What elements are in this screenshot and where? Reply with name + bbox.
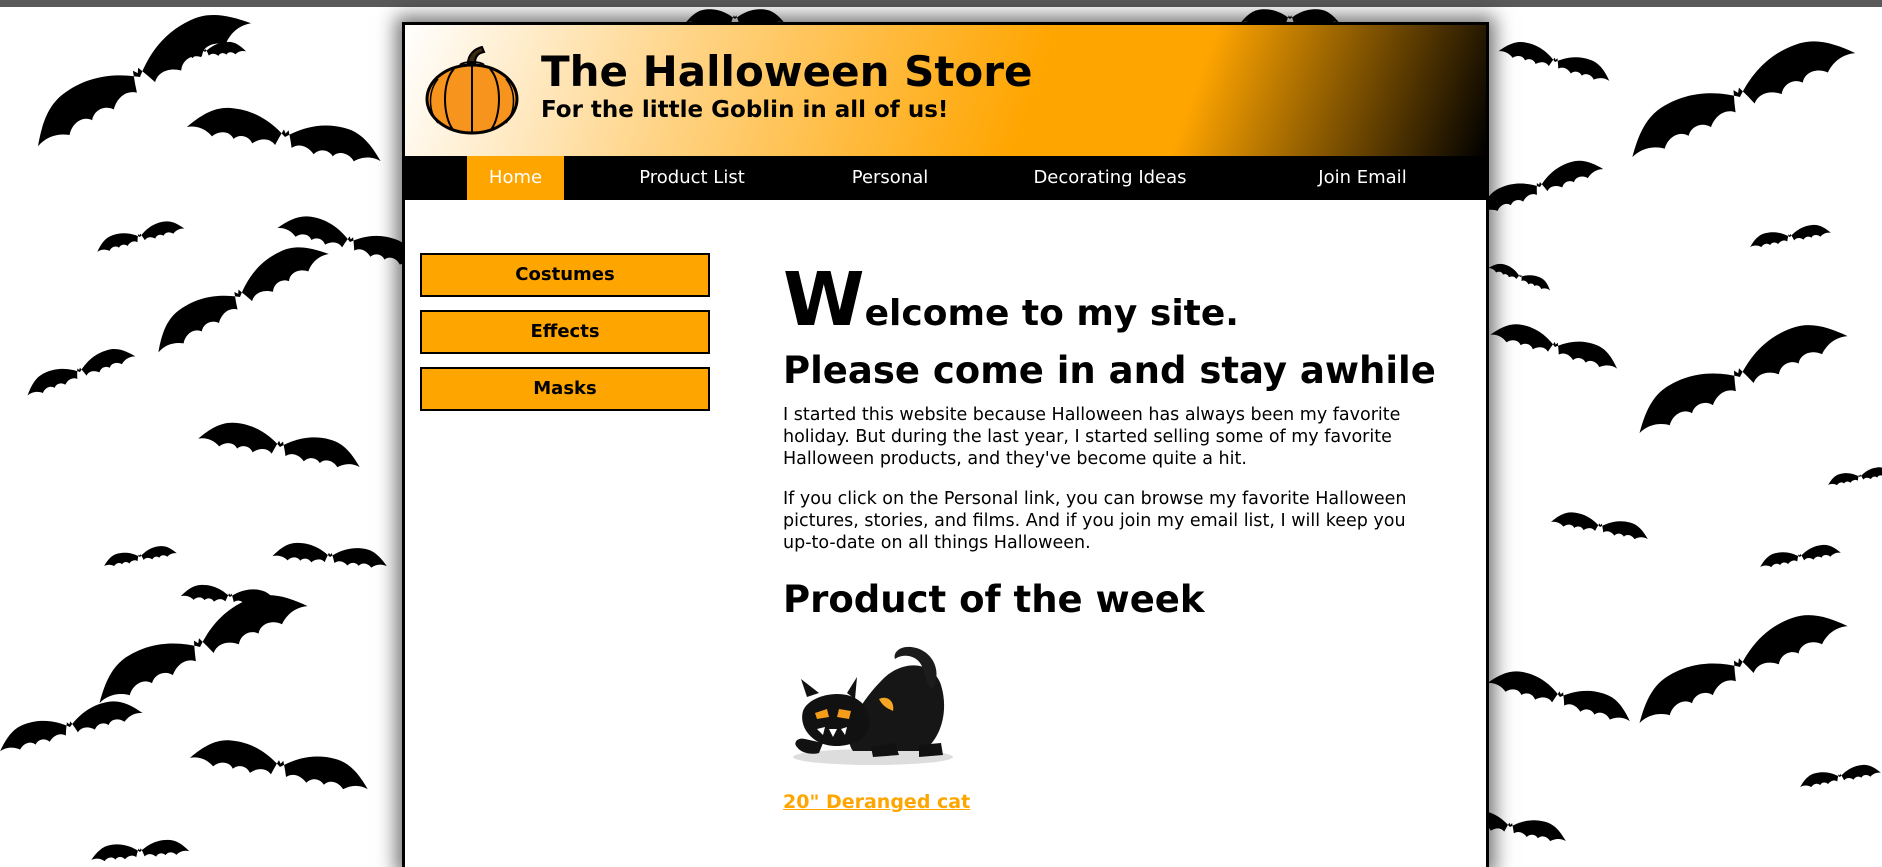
- sidebar-item-masks[interactable]: Masks: [420, 367, 710, 411]
- browser-top-strip: [0, 0, 1882, 7]
- nav-item-join-email[interactable]: Join Email: [1300, 156, 1425, 200]
- nav-item-decorating-ideas[interactable]: Decorating Ideas: [1025, 156, 1195, 200]
- nav-item-product-list[interactable]: Product List: [627, 156, 757, 200]
- site-title: The Halloween Store: [541, 47, 1033, 96]
- sidebar-item-effects[interactable]: Effects: [420, 310, 710, 354]
- welcome-initial-letter: W: [783, 257, 865, 343]
- personal-paragraph: If you click on the Personal link, you c…: [783, 489, 1407, 553]
- sidebar-item-costumes[interactable]: Costumes: [420, 253, 710, 297]
- intro-paragraph: I started this website because Halloween…: [783, 405, 1401, 469]
- main-content: Welcome to my site. Please come in and s…: [783, 263, 1463, 813]
- pumpkin-icon: [425, 45, 519, 135]
- page-frame: The Halloween Store For the little Gobli…: [402, 22, 1489, 867]
- product-of-week-link[interactable]: 20" Deranged cat: [783, 791, 970, 813]
- product-of-week-heading: Product of the week: [783, 578, 1205, 621]
- site-header: The Halloween Store For the little Gobli…: [405, 25, 1486, 156]
- sidebar: Costumes Effects Masks: [420, 253, 710, 424]
- tagline-heading: Please come in and stay awhile: [783, 349, 1436, 392]
- site-subtitle: For the little Goblin in all of us!: [541, 97, 949, 123]
- welcome-heading-text: elcome to my site.: [864, 293, 1239, 334]
- main-navigation: Home Product List Personal Decorating Id…: [405, 156, 1486, 200]
- welcome-heading: Welcome to my site.: [783, 263, 1463, 337]
- nav-item-home[interactable]: Home: [467, 156, 564, 200]
- black-cat-image[interactable]: [783, 639, 965, 769]
- nav-item-personal[interactable]: Personal: [835, 156, 945, 200]
